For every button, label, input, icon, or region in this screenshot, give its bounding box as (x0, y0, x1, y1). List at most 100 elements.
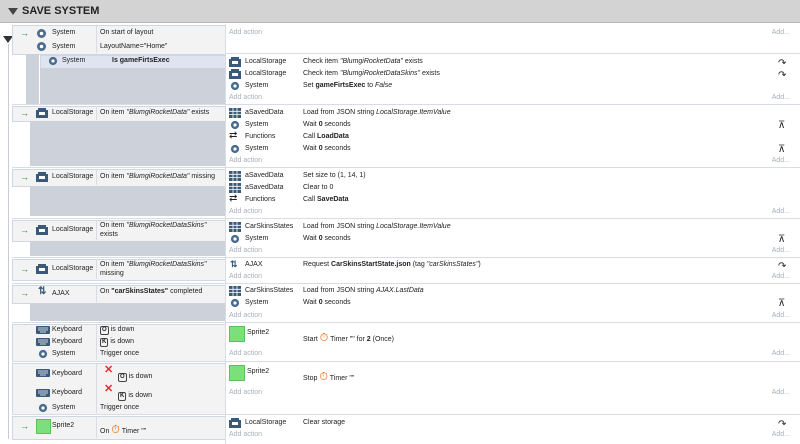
add-more-link[interactable]: Add... (772, 206, 790, 218)
condition-text[interactable]: On start of layout (100, 27, 153, 39)
add-more-link[interactable]: Add... (772, 429, 790, 441)
gear-icon (230, 144, 240, 154)
condition-text-continued: missing (100, 270, 124, 277)
row-divider (12, 167, 800, 168)
invert-x-icon: ✕ (104, 364, 114, 376)
trigger-arrow-icon: → (20, 28, 29, 38)
timer-icon: ⏱ (319, 371, 328, 383)
add-more-link[interactable]: Add... (772, 387, 790, 399)
condition-object: System (62, 57, 86, 64)
condition-text[interactable]: Trigger once (100, 348, 139, 360)
localstorage-icon (36, 172, 48, 182)
localstorage-icon (229, 418, 241, 428)
sprite-thumbnail (229, 326, 245, 342)
gear-icon (230, 234, 240, 244)
gear-icon (38, 349, 48, 359)
sub-event-indent (26, 54, 39, 104)
add-action-link[interactable]: Add action (229, 429, 262, 441)
add-action-link[interactable]: Add action (229, 348, 262, 360)
add-action-link[interactable]: Add action (229, 27, 262, 39)
action-object: System (245, 235, 269, 242)
action-text[interactable]: Call SaveData (303, 194, 349, 206)
group-header[interactable]: SAVE SYSTEM (0, 0, 800, 23)
trigger-arrow-icon: → (20, 264, 29, 274)
action-object: LocalStorage (245, 70, 287, 77)
event-condition-space (30, 303, 225, 321)
action-text[interactable]: Call LoadData (303, 131, 349, 143)
timer-icon: ⏱ (111, 424, 120, 436)
action-text[interactable]: Wait 0 seconds (303, 143, 351, 155)
column-divider (96, 106, 97, 120)
array-icon (229, 108, 241, 118)
action-object: Functions (245, 133, 276, 140)
action-text[interactable]: Set gameFirtsExec to False (303, 80, 392, 92)
action-object: aSavedData (245, 109, 284, 116)
column-divider (96, 259, 97, 279)
async-wait-icon: ↷ (778, 70, 787, 81)
action-text[interactable]: Clear storage (303, 417, 345, 429)
action-text[interactable]: Wait 0 seconds (303, 297, 351, 309)
condition-text[interactable]: Is gameFirtsExec (112, 55, 170, 67)
action-text[interactable]: Request CarSkinsStartState.json (tag "ca… (303, 259, 481, 271)
add-more-link[interactable]: Add... (772, 271, 790, 283)
ajax-icon: ⇅ (230, 259, 238, 269)
add-more-link[interactable]: Add... (772, 310, 790, 322)
sprite-thumbnail (36, 419, 51, 434)
group-title: SAVE SYSTEM (22, 5, 100, 17)
action-object: System (245, 299, 269, 306)
condition-text[interactable]: On ⏱ Timer "" (100, 424, 146, 436)
action-object: Sprite2 (247, 368, 270, 375)
add-action-link[interactable]: Add action (229, 206, 262, 218)
action-object: LocalStorage (245, 419, 287, 426)
add-more-link[interactable]: Add... (772, 92, 790, 104)
condition-text[interactable]: LayoutName="Home" (100, 41, 167, 53)
action-text[interactable]: Load from JSON string LocalStorage.ItemV… (303, 107, 451, 119)
add-action-link[interactable]: Add action (229, 271, 262, 283)
condition-text[interactable]: Ois down (100, 324, 134, 336)
action-text[interactable]: Set size to (1, 14, 1) (303, 170, 366, 182)
condition-text[interactable]: Trigger once (100, 402, 139, 414)
key-badge: O (118, 373, 127, 382)
column-divider (96, 169, 97, 185)
localstorage-icon (36, 225, 48, 235)
add-action-link[interactable]: Add action (229, 92, 262, 104)
condition-text[interactable]: On "carSkinsStates" completed (100, 286, 202, 298)
gear-icon (36, 28, 47, 39)
action-text[interactable]: Load from JSON string LocalStorage.ItemV… (303, 221, 451, 233)
action-object: System (245, 82, 269, 89)
condition-text[interactable]: Ois down (118, 371, 152, 383)
action-text[interactable]: Wait 0 seconds (303, 119, 351, 131)
action-text[interactable]: Stop ⏱ Timer "" (303, 371, 354, 383)
trigger-arrow-icon: → (20, 172, 29, 182)
add-action-link[interactable]: Add action (229, 387, 262, 399)
add-more-link[interactable]: Add... (772, 155, 790, 167)
condition-text[interactable]: Kis down (100, 336, 134, 348)
timer-wait-icon: ⊼ (778, 120, 786, 131)
key-badge: K (100, 338, 109, 347)
condition-text[interactable]: On item "BlumgiRocketData" missing (100, 171, 215, 183)
add-action-link[interactable]: Add action (229, 310, 262, 322)
condition-text[interactable]: On item "BlumgiRocketData" exists (100, 107, 209, 119)
action-text[interactable]: Load from JSON string AJAX.LastData (303, 285, 424, 297)
add-action-link[interactable]: Add action (229, 245, 262, 257)
action-text[interactable]: Check item "BlumgiRocketData" exists (303, 56, 423, 68)
add-more-link[interactable]: Add... (772, 245, 790, 257)
action-text[interactable]: Start ⏱ Timer "" for 2 (Once) (303, 332, 394, 344)
array-icon (229, 286, 241, 296)
add-action-link[interactable]: Add action (229, 155, 262, 167)
condition-object: LocalStorage (52, 109, 94, 116)
invert-x-icon: ✕ (104, 383, 114, 395)
add-more-link[interactable]: Add... (772, 27, 790, 39)
condition-object: LocalStorage (52, 265, 94, 272)
gear-icon (230, 81, 240, 91)
action-text[interactable]: Check item "BlumgiRocketDataSkins" exist… (303, 68, 440, 80)
action-object: Sprite2 (247, 329, 270, 336)
condition-object: System (52, 404, 76, 411)
condition-text[interactable]: Kis down (118, 390, 152, 402)
condition-object: LocalStorage (52, 173, 94, 180)
action-object: AJAX (245, 261, 263, 268)
collapse-triangle-icon[interactable] (8, 8, 18, 15)
add-more-link[interactable]: Add... (772, 348, 790, 360)
action-text[interactable]: Wait 0 seconds (303, 233, 351, 245)
action-text[interactable]: Clear to 0 (303, 182, 333, 194)
